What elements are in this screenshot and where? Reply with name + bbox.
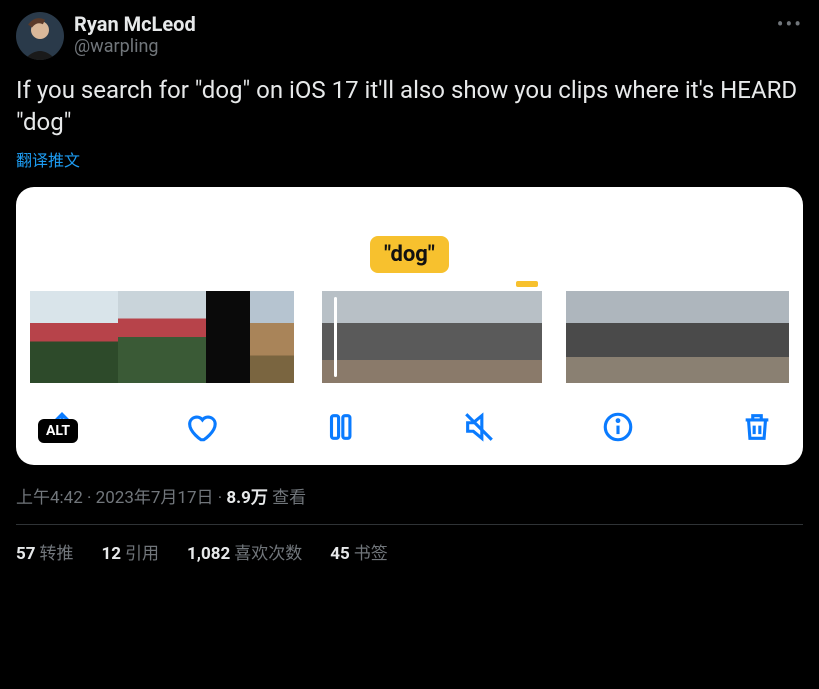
clip-frame: [742, 291, 786, 383]
clips-row[interactable]: [30, 291, 789, 383]
translate-link[interactable]: 翻译推文: [16, 147, 80, 171]
trash-icon[interactable]: [737, 407, 777, 447]
stat-count: 1,082: [187, 544, 230, 564]
clip-frame: [654, 291, 698, 383]
clip-frame: [566, 291, 610, 383]
clip-group[interactable]: [30, 291, 294, 383]
clip-frame: [498, 291, 542, 383]
caption-chip: "dog": [370, 236, 449, 273]
clip-frame: [162, 291, 206, 383]
views-count: 8.9万: [226, 488, 267, 508]
clip-frame: [206, 291, 250, 383]
clip-frame: [74, 291, 118, 383]
clip-frame: [322, 291, 366, 383]
tweet-text: If you search for "dog" on iOS 17 it'll …: [16, 74, 803, 139]
clip-frame: [698, 291, 742, 383]
clip-frame: [366, 291, 410, 383]
stat-count: 57: [16, 544, 36, 564]
user-block[interactable]: Ryan McLeod @warpling: [74, 12, 196, 58]
views-label: 查看: [272, 488, 306, 508]
media-toolbar: [30, 407, 789, 447]
media-card: "dog": [16, 187, 803, 465]
display-name: Ryan McLeod: [74, 12, 196, 36]
stat-likes[interactable]: 1,082喜欢次数: [187, 539, 302, 564]
alt-badge[interactable]: ALT: [38, 419, 78, 443]
clip-frame: [786, 291, 789, 383]
tweet-time[interactable]: 上午4:42: [16, 488, 83, 508]
more-icon[interactable]: •••: [777, 12, 803, 36]
pause-icon[interactable]: [320, 407, 360, 447]
clip-frame: [30, 291, 74, 383]
stat-label: 喜欢次数: [234, 544, 302, 564]
clip-frame: [118, 291, 162, 383]
heart-icon[interactable]: [181, 407, 221, 447]
tweet-header: Ryan McLeod @warpling •••: [16, 12, 803, 60]
clip-frame: [250, 291, 294, 383]
stat-count: 12: [102, 544, 122, 564]
clip-frame: [410, 291, 454, 383]
stat-label: 转推: [40, 544, 74, 564]
info-icon[interactable]: [598, 407, 638, 447]
mute-icon[interactable]: [459, 407, 499, 447]
stat-label: 引用: [125, 544, 159, 564]
stat-bookmarks[interactable]: 45书签: [330, 539, 388, 564]
clip-group[interactable]: [566, 291, 789, 383]
stat-retweets[interactable]: 57转推: [16, 539, 74, 564]
playhead-marker: [516, 281, 538, 287]
meta-row: 上午4:42 · 2023年7月17日 · 8.9万 查看: [16, 483, 803, 508]
stat-label: 书签: [354, 544, 388, 564]
avatar[interactable]: [16, 12, 64, 60]
clip-frame: [610, 291, 654, 383]
user-handle: @warpling: [74, 36, 196, 58]
tweet-container: Ryan McLeod @warpling ••• If you search …: [0, 0, 819, 576]
caption-area: "dog": [30, 201, 789, 281]
stat-quotes[interactable]: 12引用: [102, 539, 160, 564]
tweet-date[interactable]: 2023年7月17日: [96, 488, 214, 508]
clip-group[interactable]: [318, 291, 542, 383]
stats-row: 57转推 12引用 1,082喜欢次数 45书签: [16, 525, 803, 564]
clip-frame: [454, 291, 498, 383]
stat-count: 45: [330, 544, 350, 564]
